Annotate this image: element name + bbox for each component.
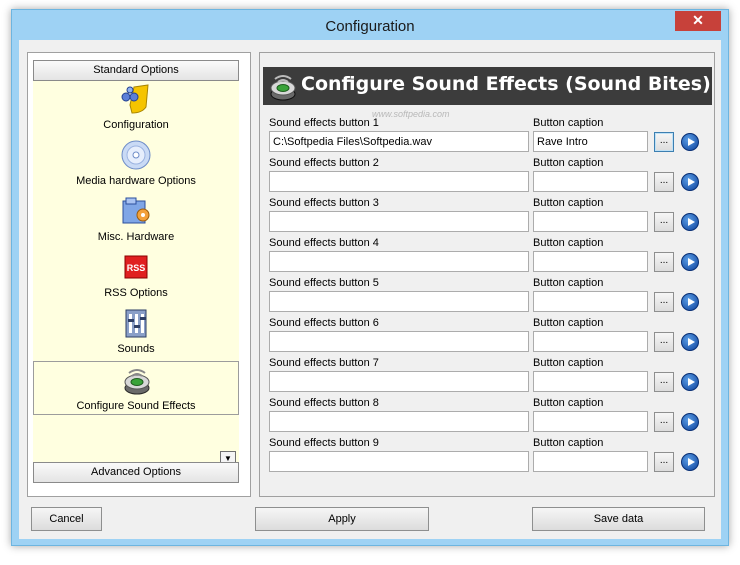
- sound-file-input[interactable]: [269, 411, 529, 432]
- sound-file-input[interactable]: [269, 451, 529, 472]
- play-icon[interactable]: [681, 253, 699, 271]
- category-rss-options[interactable]: RSS RSS Options: [33, 249, 239, 305]
- sound-effect-row: Sound effects button 4 Button caption...: [260, 237, 716, 277]
- sound-effects-panel: Configure Sound Effects (Sound Bites) ww…: [259, 52, 715, 497]
- sound-effect-label: Sound effects button 2: [269, 157, 379, 169]
- category-label: Sounds: [117, 343, 155, 355]
- sound-effect-label: Sound effects button 9: [269, 437, 379, 449]
- sound-effect-row: Sound effects button 8 Button caption...: [260, 397, 716, 437]
- category-configuration[interactable]: Configuration: [33, 81, 239, 137]
- button-caption-label: Button caption: [533, 237, 604, 249]
- category-sounds[interactable]: Sounds: [33, 305, 239, 361]
- button-caption-input[interactable]: [533, 251, 648, 272]
- button-caption-input[interactable]: [533, 291, 648, 312]
- sound-file-input[interactable]: [269, 211, 529, 232]
- browse-button[interactable]: ...: [654, 212, 674, 232]
- category-label: Configuration: [103, 119, 169, 131]
- window-title: Configuration: [325, 18, 415, 35]
- sound-effect-label: Sound effects button 4: [269, 237, 379, 249]
- button-caption-input[interactable]: [533, 371, 648, 392]
- browse-button[interactable]: ...: [654, 412, 674, 432]
- speaker-icon: [270, 75, 296, 101]
- play-icon[interactable]: [681, 413, 699, 431]
- sound-file-input[interactable]: [269, 251, 529, 272]
- browse-button[interactable]: ...: [654, 452, 674, 472]
- section-title: Configure Sound Effects (Sound Bites): [301, 73, 711, 95]
- sound-effect-row: Sound effects button 5 Button caption...: [260, 277, 716, 317]
- button-caption-label: Button caption: [533, 317, 604, 329]
- sound-file-input[interactable]: [269, 291, 529, 312]
- browse-button[interactable]: ...: [654, 292, 674, 312]
- advanced-options-header[interactable]: Advanced Options: [33, 462, 239, 483]
- category-list: Configuration Media hardware Options Mis…: [33, 81, 239, 467]
- apply-button[interactable]: Apply: [255, 507, 429, 531]
- browse-button[interactable]: ...: [654, 132, 674, 152]
- play-icon[interactable]: [681, 213, 699, 231]
- play-icon[interactable]: [681, 133, 699, 151]
- browse-button[interactable]: ...: [654, 252, 674, 272]
- sound-file-input[interactable]: [269, 171, 529, 192]
- sound-effect-label: Sound effects button 1: [269, 117, 379, 129]
- category-label: Misc. Hardware: [97, 231, 175, 243]
- button-caption-label: Button caption: [533, 117, 604, 129]
- standard-options-header[interactable]: Standard Options: [33, 60, 239, 81]
- configuration-window: Configuration ✕ Standard Options Configu…: [11, 9, 729, 546]
- play-icon[interactable]: [681, 173, 699, 191]
- sound-effect-label: Sound effects button 3: [269, 197, 379, 209]
- button-caption-label: Button caption: [533, 397, 604, 409]
- sound-effect-label: Sound effects button 8: [269, 397, 379, 409]
- play-icon[interactable]: [681, 333, 699, 351]
- category-label: Media hardware Options: [76, 175, 196, 187]
- browse-button[interactable]: ...: [654, 332, 674, 352]
- button-caption-label: Button caption: [533, 197, 604, 209]
- save-data-button[interactable]: Save data: [532, 507, 705, 531]
- sound-effect-label: Sound effects button 5: [269, 277, 379, 289]
- sound-effect-label: Sound effects button 7: [269, 357, 379, 369]
- button-caption-input[interactable]: [533, 411, 648, 432]
- sound-effect-label: Sound effects button 6: [269, 317, 379, 329]
- category-label: Configure Sound Effects: [76, 400, 196, 412]
- title-bar: Configuration ✕: [12, 10, 728, 40]
- cd-icon: [121, 140, 151, 170]
- button-caption-label: Button caption: [533, 357, 604, 369]
- browse-button[interactable]: ...: [654, 172, 674, 192]
- rss-icon: RSS: [124, 255, 148, 279]
- sound-effect-row: Sound effects button 7 Button caption...: [260, 357, 716, 397]
- category-label: RSS Options: [104, 287, 168, 299]
- sound-file-input[interactable]: [269, 131, 529, 152]
- button-caption-label: Button caption: [533, 157, 604, 169]
- button-caption-input[interactable]: [533, 211, 648, 232]
- category-panel: Standard Options Configuration Media har…: [27, 52, 251, 497]
- configuration-icon: [121, 84, 149, 114]
- cancel-button[interactable]: Cancel: [31, 507, 102, 531]
- category-misc-hardware[interactable]: Misc. Hardware: [33, 193, 239, 249]
- button-caption-input[interactable]: [533, 451, 648, 472]
- sound-file-input[interactable]: [269, 331, 529, 352]
- category-configure-sound-effects[interactable]: Configure Sound Effects: [33, 361, 239, 415]
- category-media-hardware[interactable]: Media hardware Options: [33, 137, 239, 193]
- sound-effect-row: Sound effects button 2 Button caption...: [260, 157, 716, 197]
- browse-button[interactable]: ...: [654, 372, 674, 392]
- play-icon[interactable]: [681, 293, 699, 311]
- button-caption-input[interactable]: [533, 171, 648, 192]
- sounds-icon: [125, 309, 147, 338]
- section-header: Configure Sound Effects (Sound Bites): [263, 67, 712, 105]
- sound-effect-row: Sound effects button 9 Button caption...: [260, 437, 716, 477]
- play-icon[interactable]: [681, 373, 699, 391]
- sound-effect-row: Sound effects button 3 Button caption...: [260, 197, 716, 237]
- button-caption-label: Button caption: [533, 277, 604, 289]
- close-button[interactable]: ✕: [675, 11, 721, 31]
- speaker-icon: [124, 369, 150, 395]
- sound-effect-row: Sound effects button 1 Button caption...: [260, 117, 716, 157]
- hardware-folder-icon: [122, 197, 150, 224]
- sound-file-input[interactable]: [269, 371, 529, 392]
- button-caption-input[interactable]: [533, 331, 648, 352]
- play-icon[interactable]: [681, 453, 699, 471]
- svg-text:RSS: RSS: [127, 263, 146, 273]
- button-caption-label: Button caption: [533, 437, 604, 449]
- sound-effect-row: Sound effects button 6 Button caption...: [260, 317, 716, 357]
- button-caption-input[interactable]: [533, 131, 648, 152]
- client-area: Standard Options Configuration Media har…: [19, 40, 721, 539]
